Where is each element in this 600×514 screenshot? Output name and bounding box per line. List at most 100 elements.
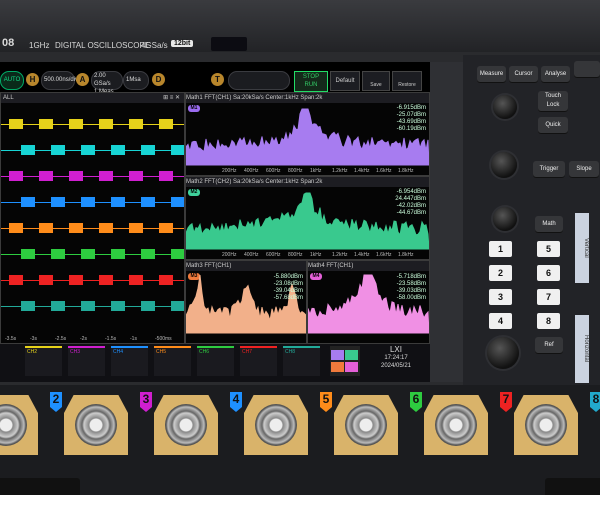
trace-pulse (39, 171, 53, 181)
channel-box[interactable]: CH8 (283, 346, 320, 376)
channel-1-button[interactable]: 1 (489, 241, 512, 257)
trace-pulse (81, 197, 95, 207)
bnc-input-connector[interactable] (424, 395, 488, 455)
channel-box[interactable]: CH5 (154, 346, 191, 376)
table-surface (0, 495, 600, 514)
math2-fft-panel[interactable]: Math2 FFT(CH2) Sa:20kSa/s Center:1kHz Sp… (185, 176, 430, 260)
trace-pulse (141, 145, 155, 155)
save-button[interactable]: Save (362, 71, 390, 91)
touch-lock-button[interactable]: Touch Lock (538, 91, 568, 112)
trace-pulse (51, 197, 65, 207)
trigger-indicator[interactable]: T (211, 73, 224, 86)
channel-box[interactable]: CH6 (197, 346, 234, 376)
trigger-button[interactable]: Trigger (533, 161, 565, 178)
sample-rate-label: 4GSa/s (141, 41, 168, 50)
math-button[interactable]: Math (535, 216, 563, 233)
auto-button[interactable]: AUTO (0, 71, 24, 90)
bnc-input-connector[interactable] (244, 395, 308, 455)
main-panel-header: ALL ⊞ ≡ ✕ (1, 93, 184, 103)
bnc-input-connector[interactable] (514, 395, 578, 455)
channel-box[interactable]: CH4 (111, 346, 148, 376)
bnc-input-connector[interactable] (334, 395, 398, 455)
time-tick-label: -2.5s (55, 336, 66, 342)
freq-tick-label: 400Hz (244, 252, 258, 258)
channel-5-button[interactable]: 5 (537, 241, 560, 257)
timebase-readout[interactable]: 500.00ns/div (41, 71, 75, 90)
lxi-indicator: LXI (366, 346, 426, 354)
restore-button[interactable]: Restore (392, 71, 422, 91)
channel-8-button[interactable]: 8 (537, 313, 560, 329)
default-button[interactable]: Default (330, 71, 360, 91)
trace-pulse (21, 249, 35, 259)
trace-pulse (129, 119, 143, 129)
ref-button[interactable]: Ref (535, 337, 563, 354)
cursor-button[interactable]: Cursor (509, 66, 538, 83)
bandwidth-label: 1GHz (29, 41, 49, 50)
math2-readout: -44.67dBm (395, 210, 426, 217)
math2-readouts: -6.954dBm 24.447dBm -42.02dBm -44.67dBm (395, 189, 426, 217)
run-label: RUN (305, 82, 318, 88)
multipurpose-knob-b[interactable] (491, 152, 517, 178)
display-screen: AUTO H 500.00ns/div A 2.00 GSa/s1 Meas 1… (0, 62, 430, 382)
freq-tick-label: 800Hz (288, 252, 302, 258)
channel-6-button[interactable]: 6 (537, 265, 560, 281)
slope-button[interactable]: Slope (569, 161, 599, 178)
bnc-socket (525, 404, 567, 446)
channel-number-tag: 4 (230, 392, 242, 412)
channel-label: CH5 (156, 349, 166, 355)
channel-box[interactable]: CH3 (68, 346, 105, 376)
trace-pulse (141, 197, 155, 207)
bnc-socket (0, 404, 27, 446)
trigger-readout[interactable] (228, 71, 290, 90)
channel-box[interactable]: CH7 (240, 346, 277, 376)
panel-menu-icon[interactable]: ⊞ ≡ ✕ (163, 93, 180, 103)
math3-fft-panel[interactable]: Math3 FFT(CH1) M3 -5.880dBm -23.08dBm -39.… (185, 260, 307, 344)
math4-fft-panel[interactable]: Math4 FFT(CH1) M4 -5.718dBm -23.58dBm -39.… (307, 260, 430, 344)
digital-indicator[interactable]: D (152, 73, 165, 86)
lock-label: Lock (547, 102, 560, 108)
main-waveform-panel[interactable]: ALL ⊞ ≡ ✕ -3.5s -3s -2.5s -2s -1.5s -1s -500ms (0, 92, 185, 344)
vertical-scale-knob[interactable] (487, 337, 519, 369)
channel-number-tag: 8 (590, 392, 600, 412)
math1-fft-panel[interactable]: Math1 FFT(CH1) Sa:20kSa/s Center:1kHz Sp… (185, 92, 430, 176)
math4-readouts: -5.718dBm -23.58dBm -39.03dBm -58.00dBm (397, 274, 426, 302)
bnc-input-connector[interactable] (154, 395, 218, 455)
math3-readout: -23.08dBm (274, 281, 303, 288)
top-label-bar: 08 1GHz DIGITAL OSCILLOSCOPE 4GSa/s 12bi… (0, 0, 600, 52)
vertical-position-knob[interactable] (493, 207, 517, 231)
vertical-section-label: Vertical (575, 213, 589, 283)
stop-run-button[interactable]: STOP RUN (294, 71, 328, 92)
trace-pulse (171, 301, 185, 311)
analyse-button[interactable]: Analyse (541, 66, 570, 83)
acquire-indicator[interactable]: A (76, 73, 89, 86)
channel-label: CH4 (113, 349, 123, 355)
math4-readout: -39.03dBm (397, 288, 426, 295)
acquire-readout[interactable]: 2.00 GSa/s1 Meas (91, 71, 123, 90)
channel-4-button[interactable]: 4 (489, 313, 512, 329)
memory-readout[interactable]: 1Msa (123, 71, 149, 90)
clock-date: 2024/05/21 (366, 362, 426, 370)
freq-tick-label: 1kHz (310, 168, 321, 174)
trace-pulse (9, 171, 23, 181)
math3-readout: -5.880dBm (274, 274, 303, 281)
bnc-input-connector[interactable] (0, 395, 38, 455)
math4-readout: -23.58dBm (397, 281, 426, 288)
math-channel-box[interactable] (330, 346, 360, 376)
channel-3-button[interactable]: 3 (489, 289, 512, 305)
multipurpose-knob-a[interactable] (493, 95, 517, 119)
product-label: DIGITAL OSCILLOSCOPE (55, 41, 150, 50)
channel-label: CH3 (70, 349, 80, 355)
channel-box[interactable]: CH2 (25, 346, 62, 376)
freq-tick-label: 1.8kHz (398, 168, 414, 174)
horizontal-indicator[interactable]: H (26, 73, 39, 86)
trace-pulse (39, 223, 53, 233)
channel-2-button[interactable]: 2 (489, 265, 512, 281)
channel-7-button[interactable]: 7 (537, 289, 560, 305)
quick-button[interactable]: Quick (538, 117, 568, 134)
trace-pulse (81, 249, 95, 259)
trace-line (1, 228, 184, 229)
bnc-input-connector[interactable] (64, 395, 128, 455)
single-button[interactable] (574, 61, 600, 78)
trace-pulse (99, 119, 113, 129)
measure-button[interactable]: Measure (477, 66, 506, 83)
